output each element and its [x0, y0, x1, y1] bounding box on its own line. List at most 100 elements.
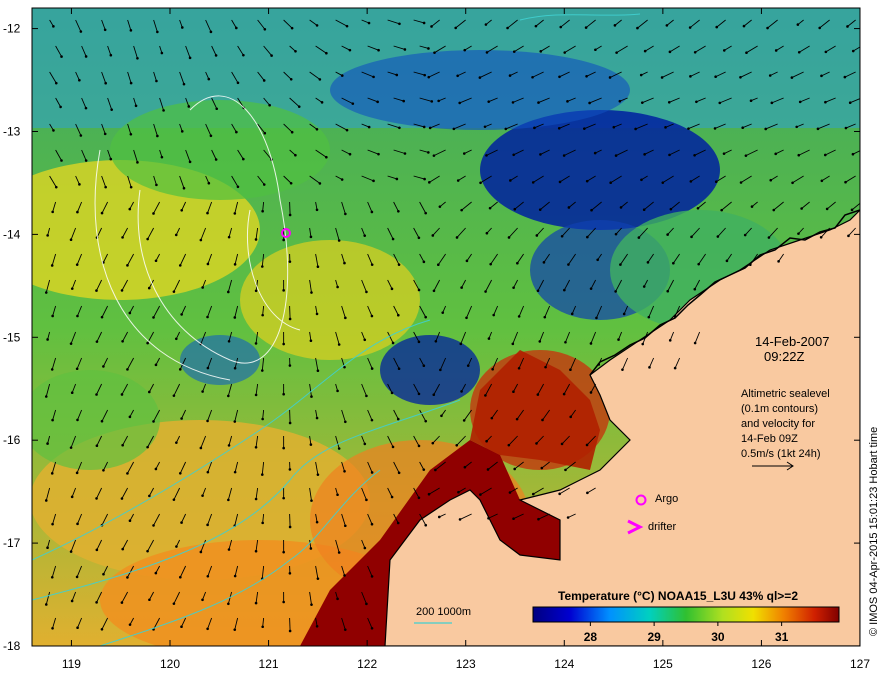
- velocity-arrow-head: [268, 103, 271, 107]
- velocity-arrow-head: [70, 391, 74, 395]
- velocity-arrow-head: [282, 496, 285, 500]
- velocity-arrow-head: [95, 444, 99, 448]
- velocity-arrow-head: [569, 368, 572, 372]
- velocity-arrow-head: [436, 263, 440, 267]
- velocity-arrow-head: [84, 55, 88, 58]
- velocity-arrow-head: [51, 522, 54, 526]
- velocity-arrow-head: [370, 627, 374, 630]
- velocity-arrow-head: [290, 26, 294, 30]
- velocity-arrow-head: [370, 522, 374, 526]
- velocity-arrow-head: [820, 179, 824, 183]
- velocity-arrow-head: [51, 418, 54, 422]
- velocity-arrow-head: [340, 74, 344, 77]
- velocity-arrow-head: [432, 289, 436, 293]
- velocity-arrow-head: [121, 236, 124, 239]
- velocity-arrow-head: [320, 101, 324, 104]
- velocity-arrow-head: [100, 419, 104, 423]
- lat-tick-label: -15: [3, 330, 21, 344]
- velocity-arrow-head: [377, 152, 380, 156]
- velocity-arrow-head: [695, 100, 698, 104]
- velocity-arrow-head: [365, 394, 368, 398]
- velocity-arrow-head: [648, 366, 651, 369]
- velocity-arrow-head: [562, 392, 566, 396]
- velocity-arrow-head: [452, 127, 456, 131]
- velocity-arrow-head: [156, 134, 159, 138]
- velocity-arrow-head: [673, 315, 677, 318]
- velocity-arrow-head: [152, 212, 155, 215]
- velocity-arrow-head: [206, 366, 210, 370]
- velocity-arrow-head: [537, 517, 540, 521]
- velocity-arrow-head: [316, 473, 320, 476]
- velocity-arrow-head: [120, 497, 124, 500]
- velocity-arrow-head: [460, 286, 463, 289]
- velocity-arrow-head: [227, 290, 230, 294]
- velocity-arrow-head: [262, 79, 266, 82]
- velocity-arrow-head: [791, 181, 794, 185]
- velocity-arrow-head: [465, 316, 468, 320]
- velocity-arrow-head: [288, 525, 292, 529]
- velocity-arrow-head: [795, 125, 798, 129]
- velocity-arrow-head: [535, 442, 538, 445]
- velocity-arrow-head: [69, 342, 73, 345]
- velocity-arrow-head: [367, 125, 371, 129]
- velocity-arrow-head: [844, 126, 848, 130]
- velocity-arrow-head: [516, 261, 519, 265]
- velocity-arrow-head: [79, 30, 83, 33]
- velocity-arrow-head: [395, 73, 399, 77]
- velocity-arrow-head: [517, 366, 521, 370]
- velocity-arrow-head: [665, 24, 669, 27]
- velocity-arrow-head: [180, 130, 184, 133]
- velocity-arrow-head: [558, 75, 561, 79]
- velocity-arrow-head: [428, 126, 432, 130]
- velocity-arrow-head: [850, 208, 854, 212]
- velocity-arrow-head: [617, 338, 620, 341]
- velocity-arrow-head: [690, 235, 693, 239]
- velocity-arrow-head: [263, 131, 267, 135]
- velocity-arrow-head: [767, 236, 771, 239]
- velocity-arrow-head: [512, 517, 515, 521]
- velocity-arrow-head: [209, 30, 213, 34]
- credit-text: © IMOS 04-Apr-2015 15:01:23 Hobart time: [868, 427, 880, 636]
- velocity-arrow-head: [309, 339, 313, 343]
- velocity-arrow-head: [823, 153, 827, 157]
- velocity-arrow-head: [666, 289, 670, 293]
- velocity-arrow-head: [531, 75, 534, 79]
- velocity-arrow-head: [714, 75, 717, 79]
- velocity-arrow-head: [696, 206, 700, 210]
- velocity-arrow-head: [688, 26, 692, 29]
- velocity-arrow-head: [69, 446, 73, 449]
- time-label: 09:22Z: [764, 349, 805, 364]
- velocity-arrow-head: [693, 341, 697, 345]
- velocity-arrow-head: [76, 626, 79, 630]
- velocity-arrow-head: [434, 468, 437, 472]
- velocity-arrow-head: [316, 577, 320, 580]
- velocity-arrow-head: [348, 152, 352, 156]
- lat-tick-label: -18: [3, 639, 21, 653]
- velocity-arrow-head: [797, 50, 801, 54]
- velocity-arrow-head: [363, 234, 367, 237]
- bathymetry-legend-label: 200 1000m: [416, 606, 471, 618]
- velocity-arrow-head: [233, 628, 237, 631]
- velocity-arrow-head: [59, 105, 62, 109]
- velocity-arrow-head: [820, 74, 823, 78]
- velocity-arrow-head: [824, 50, 828, 54]
- velocity-arrow-head: [397, 263, 401, 266]
- velocity-arrow-head: [69, 550, 73, 553]
- velocity-arrow-head: [126, 576, 129, 579]
- velocity-arrow-head: [558, 492, 561, 496]
- velocity-arrow-head: [512, 50, 516, 53]
- velocity-arrow-head: [511, 101, 515, 104]
- velocity-arrow-head: [589, 391, 593, 394]
- velocity-arrow-head: [508, 74, 512, 77]
- velocity-arrow-head: [367, 21, 371, 25]
- velocity-arrow-head: [455, 236, 459, 239]
- velocity-arrow-head: [687, 127, 690, 130]
- drifter-legend-label: drifter: [648, 521, 676, 533]
- velocity-arrow-head: [95, 548, 99, 552]
- velocity-arrow-head: [643, 49, 647, 53]
- velocity-arrow-head: [397, 367, 401, 371]
- velocity-arrow-head: [351, 102, 355, 105]
- velocity-arrow-head: [201, 286, 204, 289]
- velocity-arrow-head: [344, 524, 347, 528]
- sst-map: -12 -13 -14 -15 -16 -17 -18 119 120 121 122 123 124…: [3, 7, 880, 671]
